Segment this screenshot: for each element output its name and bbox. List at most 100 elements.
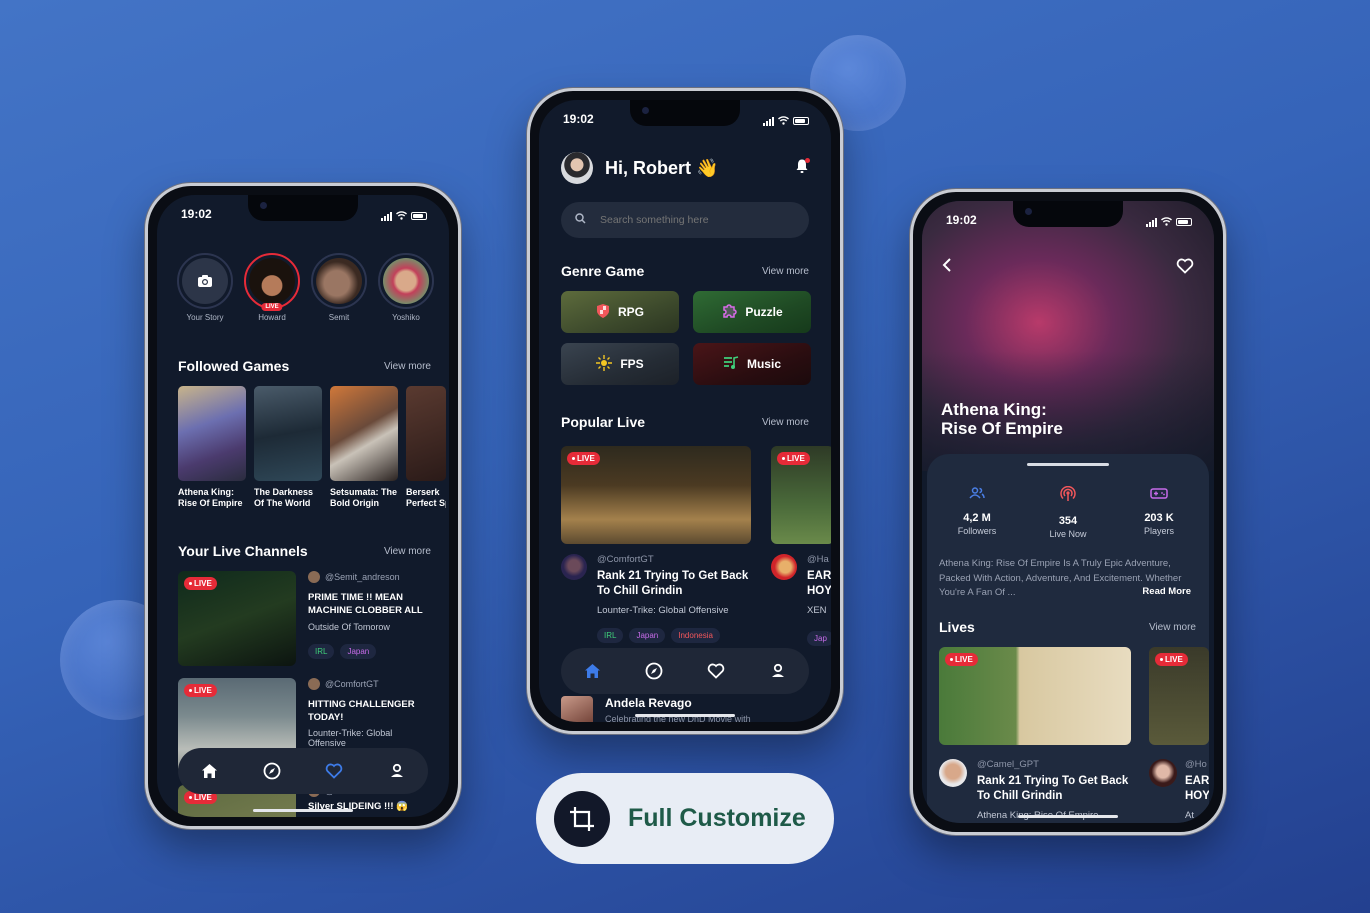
view-more-link[interactable]: View more — [762, 417, 809, 428]
signal-icon — [1146, 217, 1157, 227]
stat-label: Followers — [957, 526, 997, 536]
stream-user: @Ho — [1185, 759, 1207, 770]
home-indicator — [253, 809, 353, 812]
status-bar: 19:02 — [157, 207, 449, 225]
channel-game: Lounter-Trike: Global Offensive — [308, 727, 393, 748]
channel-title: PRIME TIME !! MEAN MACHINE CLOBBER ALL — [308, 592, 423, 616]
stream-title: Rank 21 Trying To Get Back To Chill Grin… — [977, 775, 1129, 802]
genre-music[interactable]: Music — [693, 343, 811, 385]
live-card[interactable]: LIVE @Camel_GPT Rank 21 Trying To Get Ba… — [939, 647, 1131, 821]
story-label: Yoshiko — [392, 313, 420, 322]
wifi-icon — [1161, 213, 1172, 231]
live-badge: LIVE — [777, 452, 810, 465]
next-item[interactable]: Andela Revago Celebrating the new DnD Mo… — [561, 696, 751, 722]
bottom-nav — [178, 748, 428, 794]
stat-value: 354 — [1058, 515, 1078, 527]
game-name: Athena King: Rise Of Empire — [178, 487, 243, 508]
phone-feed: 19:02 Your Story LIVE Howard Semit Yoshi… — [145, 183, 461, 829]
genre-rpg[interactable]: RPG — [561, 291, 679, 333]
game-description: Athena King: Rise Of Empire Is A Truly E… — [939, 557, 1197, 601]
avatar — [316, 258, 362, 304]
notification-bell-icon[interactable] — [795, 157, 810, 179]
favorite-heart-icon[interactable] — [1176, 258, 1194, 279]
stories-row: Your Story LIVE Howard Semit Yoshiko — [177, 253, 449, 322]
view-more-link[interactable]: View more — [762, 266, 809, 277]
nav-profile-icon[interactable] — [768, 661, 788, 681]
nav-favorites-icon[interactable] — [706, 661, 726, 681]
game-info-sheet: 4,2 M Followers 354 Live Now 203 K Playe… — [927, 454, 1209, 823]
tag-irl[interactable]: IRL — [597, 627, 624, 643]
stream-thumbnail: LIVE — [939, 647, 1131, 745]
live-card[interactable]: LIVE @Ho EAR HOY At — [1149, 647, 1209, 821]
gamepad-icon — [1150, 486, 1168, 503]
search-input[interactable] — [600, 214, 780, 226]
game-card[interactable]: Athena King: Rise Of Empire — [178, 386, 246, 509]
nav-explore-icon[interactable] — [262, 761, 282, 781]
wifi-icon — [778, 112, 789, 130]
status-time: 19:02 — [563, 112, 594, 126]
story-semit[interactable]: Semit — [311, 253, 367, 322]
battery-icon — [411, 212, 427, 220]
sheet-handle[interactable] — [1027, 463, 1109, 466]
full-customize-badge: Full Customize — [536, 773, 834, 864]
view-more-link[interactable]: View more — [384, 546, 431, 557]
tag-japan[interactable]: Jap — [807, 630, 831, 646]
live-badge: LIVE — [567, 452, 600, 465]
story-label: Your Story — [186, 313, 224, 322]
greeting: Hi, Robert 👋 — [605, 157, 719, 178]
music-icon — [723, 355, 739, 373]
nav-home-icon[interactable] — [199, 761, 219, 781]
stream-user: @Camel_GPT — [977, 759, 1039, 770]
channel-item[interactable]: LIVE @Semit_andreson PRIME TIME !! MEAN … — [178, 571, 431, 666]
status-bar: 19:02 — [539, 112, 831, 130]
genre-label: Puzzle — [745, 305, 783, 319]
tag-japan[interactable]: Japan — [340, 643, 377, 659]
genre-label: RPG — [617, 305, 644, 319]
status-bar: 19:02 — [922, 213, 1214, 231]
search-bar[interactable] — [561, 202, 809, 238]
back-chevron-icon[interactable] — [942, 257, 952, 278]
nav-favorites-icon[interactable] — [324, 761, 344, 781]
game-name: The Darkness Of The World — [254, 487, 314, 508]
nav-profile-icon[interactable] — [387, 761, 407, 781]
nav-explore-icon[interactable] — [644, 661, 664, 681]
home-indicator — [1018, 815, 1118, 818]
stream-thumbnail: LIVE — [1149, 647, 1209, 745]
view-more-link[interactable]: View more — [1149, 622, 1196, 633]
genre-fps[interactable]: FPS — [561, 343, 679, 385]
game-card[interactable]: The Darkness Of The World — [254, 386, 322, 509]
story-howard[interactable]: LIVE Howard — [244, 253, 300, 322]
section-title: Popular Live — [561, 414, 646, 430]
popular-live-card[interactable]: LIVE @ComfortGT Rank 21 Trying To Get Ba… — [561, 446, 751, 646]
stream-user: @ComfortGT — [597, 554, 654, 565]
genre-puzzle[interactable]: Puzzle — [693, 291, 811, 333]
tag-indonesia[interactable]: Indonesia — [671, 627, 720, 643]
popular-live-card[interactable]: LIVE @Ha EAR HOY XEN Jap — [771, 446, 831, 646]
game-name: Setsumata: The Bold Origin — [330, 487, 398, 508]
view-more-link[interactable]: View more — [384, 361, 431, 372]
story-yoshiko[interactable]: Yoshiko — [378, 253, 434, 322]
stat-live-now: 354 Live Now — [1028, 485, 1108, 539]
nav-home-icon[interactable] — [582, 661, 602, 681]
game-cover — [406, 386, 446, 481]
tag-japan[interactable]: Japan — [629, 627, 666, 643]
avatar — [1149, 759, 1177, 787]
stream-game: XEN — [807, 604, 827, 616]
section-title: Lives — [939, 619, 975, 635]
genre-label: Music — [746, 357, 781, 371]
user-avatar[interactable] — [561, 152, 593, 184]
status-time: 19:02 — [946, 213, 977, 227]
game-card[interactable]: Berserk Perfect Spot — [406, 386, 446, 509]
read-more-link[interactable]: Read More — [1139, 585, 1191, 600]
header: Hi, Robert 👋 — [561, 152, 810, 184]
avatar — [561, 554, 587, 580]
home-screen: 19:02 Hi, Robert 👋 Genre Game — [539, 100, 831, 722]
tag-irl[interactable]: IRL — [308, 643, 335, 659]
stat-followers: 4,2 M Followers — [937, 486, 1017, 539]
wifi-icon — [396, 207, 407, 225]
battery-icon — [1176, 218, 1192, 226]
game-card[interactable]: Setsumata: The Bold Origin — [330, 386, 398, 509]
crosshair-icon — [596, 354, 613, 374]
phone-home: 19:02 Hi, Robert 👋 Genre Game — [527, 88, 843, 734]
story-your-story[interactable]: Your Story — [177, 253, 233, 322]
